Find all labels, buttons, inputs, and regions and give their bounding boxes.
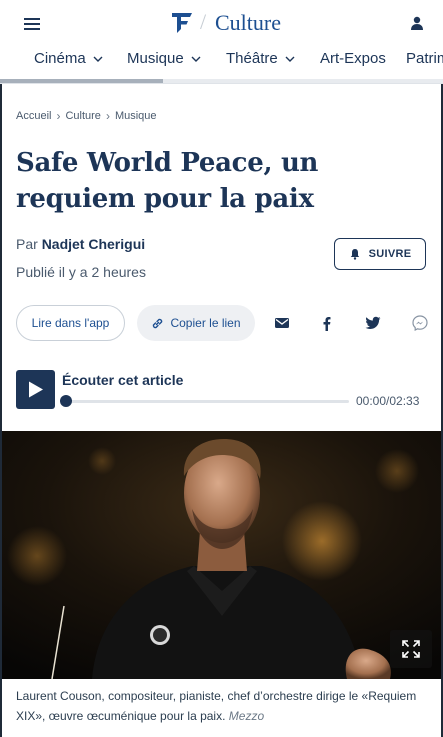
follow-button-label: SUIVRE xyxy=(368,248,412,260)
author-link[interactable]: Nadjet Cherigui xyxy=(42,236,145,252)
nav-item-label: Théâtre xyxy=(226,50,278,67)
audio-time: 00:00/02:33 xyxy=(356,394,420,408)
chevron-down-icon xyxy=(285,56,295,62)
hamburger-menu-icon[interactable] xyxy=(24,18,40,30)
copy-link-label: Copier le lien xyxy=(170,316,241,330)
breadcrumb-item-culture[interactable]: Culture xyxy=(65,110,100,122)
email-icon[interactable] xyxy=(274,315,290,331)
bell-icon xyxy=(350,249,359,260)
photo-credit: Mezzo xyxy=(228,709,265,723)
publish-time: Publié il y a 2 heures xyxy=(16,264,146,280)
breadcrumb-item-home[interactable]: Accueil xyxy=(16,110,51,122)
nav-item-cinema[interactable]: Cinéma xyxy=(34,50,104,67)
copy-link-button[interactable]: Copier le lien xyxy=(137,305,255,341)
play-icon xyxy=(29,381,43,398)
nav-item-art-expos[interactable]: Art-Expos xyxy=(320,50,386,67)
audio-play-button[interactable] xyxy=(16,370,55,409)
read-in-app-label: Lire dans l'app xyxy=(31,316,110,330)
user-icon[interactable] xyxy=(410,16,424,30)
article-title: Safe World Peace, un requiem pour la pai… xyxy=(16,148,319,214)
photo-caption: Laurent Couson, compositeur, pianiste, c… xyxy=(16,686,431,726)
link-icon xyxy=(153,318,163,328)
audio-progress-knob[interactable] xyxy=(60,395,72,407)
section-title[interactable]: Culture xyxy=(215,10,281,36)
logo-separator: / xyxy=(200,9,207,34)
nav-item-label: Musique xyxy=(127,50,184,67)
article-photo xyxy=(2,431,441,679)
expand-icon xyxy=(402,640,420,658)
audio-progress-track[interactable] xyxy=(62,400,349,403)
read-in-app-button[interactable]: Lire dans l'app xyxy=(16,305,125,341)
twitter-icon[interactable] xyxy=(365,315,381,331)
messenger-icon[interactable] xyxy=(412,315,428,331)
section-nav: Cinéma Musique Théâtre Art-Expos Patrim xyxy=(0,45,443,81)
byline-prefix: Par xyxy=(16,236,38,252)
breadcrumb: Accueil › Culture › Musique xyxy=(16,109,157,123)
chevron-right-icon: › xyxy=(56,109,61,123)
nav-item-label: Cinéma xyxy=(34,50,86,67)
breadcrumb-item-musique[interactable]: Musique xyxy=(115,110,157,122)
site-header: / Culture xyxy=(0,0,443,45)
nav-item-musique[interactable]: Musique xyxy=(127,50,202,67)
chevron-right-icon: › xyxy=(105,109,110,123)
header-divider xyxy=(0,83,443,84)
nav-item-theatre[interactable]: Théâtre xyxy=(226,50,296,67)
audio-title: Écouter cet article xyxy=(62,372,184,388)
chevron-down-icon xyxy=(93,56,103,62)
facebook-icon[interactable] xyxy=(319,315,335,331)
follow-author-button[interactable]: SUIVRE xyxy=(334,238,426,270)
caption-text: Laurent Couson, compositeur, pianiste, c… xyxy=(16,689,417,723)
chevron-down-icon xyxy=(191,56,201,62)
byline: Par Nadjet Cherigui xyxy=(16,236,145,252)
nav-item-patrimoine[interactable]: Patrim xyxy=(406,50,443,67)
expand-image-button[interactable] xyxy=(390,630,432,668)
nav-item-label: Art-Expos xyxy=(320,50,386,67)
nav-item-label: Patrim xyxy=(406,50,443,67)
le-figaro-logo-icon[interactable] xyxy=(170,12,194,34)
conductor-photo xyxy=(2,431,441,679)
